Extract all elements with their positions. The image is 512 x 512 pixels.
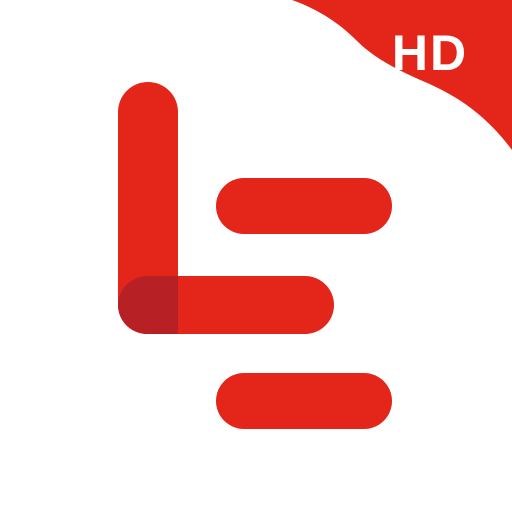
hd-badge-text: HD	[392, 25, 468, 81]
le-logo-canvas: HD	[118, 0, 512, 429]
app-icon[interactable]: HD	[0, 0, 512, 512]
logo-lower-bar	[216, 373, 392, 429]
logo-upper-bar	[216, 178, 392, 234]
logo-overlap-shade	[118, 276, 178, 334]
